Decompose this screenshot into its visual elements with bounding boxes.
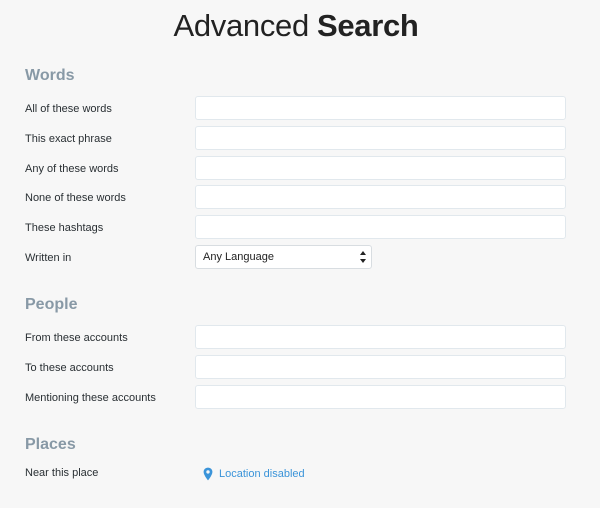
near-place-label: Near this place: [25, 467, 99, 479]
section-heading-people: People: [25, 296, 78, 313]
row-from-accounts: From these accounts: [0, 325, 600, 351]
hashtags-label: These hashtags: [25, 222, 104, 234]
row-all-words: All of these words: [0, 96, 600, 122]
row-none-words: None of these words: [0, 185, 600, 211]
select-arrows-icon: [360, 251, 366, 263]
all-words-input[interactable]: [195, 96, 566, 120]
none-words-label: None of these words: [25, 192, 126, 204]
location-toggle[interactable]: Location disabled: [203, 466, 305, 482]
to-accounts-label: To these accounts: [25, 362, 114, 374]
row-near-place: Near this place Location disabled: [0, 460, 600, 486]
row-language: Written in Any Language: [0, 245, 600, 271]
section-heading-places: Places: [25, 436, 76, 453]
from-accounts-input[interactable]: [195, 325, 566, 349]
mentioning-accounts-input[interactable]: [195, 385, 566, 409]
row-to-accounts: To these accounts: [0, 355, 600, 381]
any-words-input[interactable]: [195, 156, 566, 180]
row-exact-phrase: This exact phrase: [0, 126, 600, 152]
none-words-input[interactable]: [195, 185, 566, 209]
section-heading-words: Words: [25, 67, 75, 84]
all-words-label: All of these words: [25, 103, 112, 115]
page-title-light: Advanced: [173, 8, 309, 43]
language-select[interactable]: Any Language: [195, 245, 372, 269]
from-accounts-label: From these accounts: [25, 332, 128, 344]
language-select-value: Any Language: [203, 251, 274, 263]
mentioning-accounts-label: Mentioning these accounts: [25, 392, 156, 404]
location-disabled-link: Location disabled: [219, 468, 305, 480]
row-hashtags: These hashtags: [0, 215, 600, 241]
row-mentioning-accounts: Mentioning these accounts: [0, 385, 600, 411]
language-label: Written in: [25, 252, 72, 264]
exact-phrase-label: This exact phrase: [25, 133, 112, 145]
page-title-bold: Search: [316, 8, 419, 43]
row-any-words: Any of these words: [0, 156, 600, 182]
exact-phrase-input[interactable]: [195, 126, 566, 150]
hashtags-input[interactable]: [195, 215, 566, 239]
map-pin-icon: [203, 467, 213, 481]
page-title: Advanced Search: [0, 7, 592, 45]
to-accounts-input[interactable]: [195, 355, 566, 379]
any-words-label: Any of these words: [25, 163, 119, 175]
